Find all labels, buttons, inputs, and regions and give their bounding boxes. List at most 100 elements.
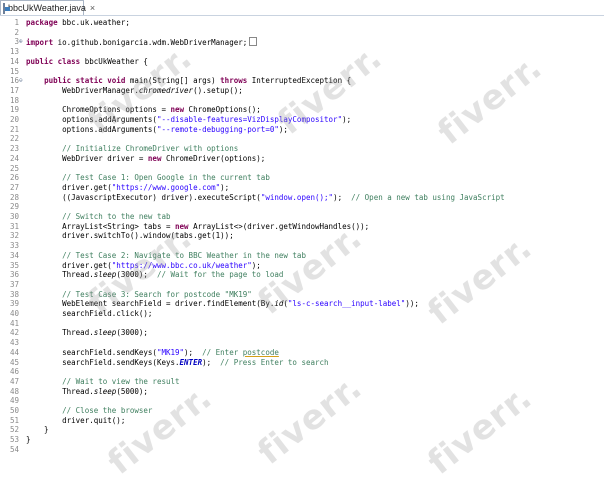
code-line[interactable]: 2 [0, 28, 604, 37]
code-text: // Switch to the new tab [26, 212, 171, 221]
code-line[interactable]: 1 package bbc.uk.weather; [0, 18, 604, 27]
code-token: Thread. [26, 328, 94, 338]
code-line[interactable]: 30 // Switch to the new tab [0, 212, 604, 221]
code-line[interactable]: 25 [0, 164, 604, 173]
code-line[interactable]: 3 ⊕ import io.github.bonigarcia.wdm.WebDri… [0, 37, 604, 48]
code-text: ((JavascriptExecutor) driver).executeScr… [26, 193, 505, 202]
code-line[interactable]: 33 [0, 241, 604, 250]
code-token: static [75, 76, 103, 86]
code-line[interactable]: 22 [0, 134, 604, 143]
code-line[interactable]: 14 public class bbcUkWeather { [0, 57, 604, 66]
code-line[interactable]: 26 // Test Case 1: Open Google in the cu… [0, 173, 604, 182]
close-icon[interactable]: × [90, 3, 95, 13]
code-token: ENTER [179, 357, 203, 367]
code-line[interactable]: 36 Thread.sleep(3000); // Wait for the p… [0, 270, 604, 279]
code-token: "https://www.google.com" [111, 182, 221, 192]
code-token: sleep [93, 386, 117, 396]
code-text: ChromeOptions options = new ChromeOption… [26, 105, 261, 114]
code-token: // Wait for the page to load [156, 270, 284, 280]
line-number: 14 [9, 56, 19, 66]
code-token: options.addArguments( [26, 115, 157, 124]
code-line[interactable]: 42 Thread.sleep(3000); [0, 328, 604, 337]
code-text: import io.github.bonigarcia.wdm.WebDrive… [26, 37, 258, 48]
code-text: Thread.sleep(5000); [26, 387, 148, 396]
code-token: Thread. [26, 386, 94, 396]
code-text: // Initialize ChromeDriver with options [26, 144, 238, 153]
code-line[interactable]: 28 ((JavascriptExecutor) driver).execute… [0, 193, 604, 202]
code-line[interactable]: 52 } [0, 425, 604, 434]
line-number: 27 [9, 182, 19, 192]
code-line[interactable]: 53} [0, 435, 604, 444]
code-line[interactable]: 47 // Wait to view the result [0, 377, 604, 386]
code-line[interactable]: 48 Thread.sleep(5000); [0, 387, 604, 396]
code-line[interactable]: 37 [0, 280, 604, 289]
line-number: 51 [9, 415, 19, 425]
code-token: // Test Case 2: Navigate to BBC Weather … [26, 250, 306, 260]
code-line[interactable]: 43 [0, 338, 604, 347]
line-number: 52 [9, 425, 19, 435]
code-token: ((JavascriptExecutor) driver).executeScr… [26, 192, 261, 202]
code-line[interactable]: 40 searchField.click(); [0, 309, 604, 318]
line-number: 40 [9, 309, 19, 318]
code-token: "window.open();" [260, 192, 334, 202]
code-line[interactable]: 31 ArrayList<String> tabs = new ArrayLis… [0, 222, 604, 231]
code-line[interactable]: 35 driver.get("https://www.bbc.co.uk/wea… [0, 261, 604, 270]
code-line[interactable]: 38 // Test Case 3: Search for postcode "… [0, 290, 604, 299]
code-line[interactable]: 20 options.addArguments("--disable-featu… [0, 115, 604, 124]
code-text: Thread.sleep(3000); // Wait for the page… [26, 270, 283, 279]
code-token: driver.quit(); [26, 415, 126, 425]
code-token: driver.get( [26, 260, 112, 270]
code-token: ); [251, 260, 261, 270]
code-token: io.github.bonigarcia.wdm.WebDriverManage… [53, 38, 248, 48]
code-token: chromedriver [138, 85, 194, 95]
fold-toggle-icon[interactable]: ⊕ [19, 38, 23, 45]
fold-toggle-icon[interactable]: ⊖ [19, 77, 23, 84]
code-text: // Close the browser [26, 406, 152, 415]
code-line[interactable]: 51 driver.quit(); [0, 416, 604, 425]
code-line[interactable]: 45 searchField.sendKeys(Keys.ENTER); // … [0, 358, 604, 367]
code-line[interactable]: 39 WebElement searchField = driver.findE… [0, 299, 604, 308]
code-token: searchField.sendKeys(Keys. [26, 357, 180, 367]
code-line[interactable]: 15 [0, 67, 604, 76]
code-token: WebElement searchField = driver.findElem… [26, 299, 275, 309]
code-line[interactable]: 49 [0, 396, 604, 405]
code-token: Thread. [26, 270, 94, 280]
line-number: 37 [9, 279, 19, 289]
code-token: "--disable-features=VizDisplayCompositor… [156, 115, 343, 124]
code-line[interactable]: 18 [0, 96, 604, 105]
line-number: 20 [9, 115, 19, 124]
folded-block-icon[interactable] [249, 37, 258, 47]
code-line[interactable]: 54 [0, 445, 604, 454]
code-token: ArrayList<>(driver.getWindowHandles()); [188, 221, 370, 231]
line-number: 15 [9, 66, 19, 76]
code-token: // Switch to the new tab [26, 212, 171, 221]
code-text: options.addArguments("--remote-debugging… [26, 125, 288, 134]
line-number: 35 [9, 260, 19, 270]
code-line[interactable]: 17 WebDriverManager.chromedriver().setup… [0, 86, 604, 95]
code-line[interactable]: 41 [0, 319, 604, 328]
code-line[interactable]: 44 searchField.sendKeys("MK19"); // Ente… [0, 348, 604, 357]
code-line[interactable]: 29 [0, 202, 604, 211]
code-line[interactable]: 23 // Initialize ChromeDriver with optio… [0, 144, 604, 153]
code-line[interactable]: 32 driver.switchTo().window(tabs.get(1))… [0, 231, 604, 240]
code-line[interactable]: 19 ChromeOptions options = new ChromeOpt… [0, 105, 604, 114]
line-number: 24 [9, 153, 19, 163]
code-line[interactable]: 50 // Close the browser [0, 406, 604, 415]
code-token: package [26, 18, 58, 27]
code-token: throws [220, 76, 248, 86]
code-editor[interactable]: 1 package bbc.uk.weather; 2 3 ⊕ import io.git… [0, 16, 604, 459]
code-line[interactable]: 13 [0, 47, 604, 56]
code-token: main(String[] args) [125, 76, 221, 86]
code-token: InterruptedException { [247, 76, 352, 86]
code-line[interactable]: 24 WebDriver driver = new ChromeDriver(o… [0, 154, 604, 163]
line-number: 26 [9, 173, 19, 183]
code-line[interactable]: 16 ⊖ public static void main(String[] arg… [0, 76, 604, 85]
code-line[interactable]: 34 // Test Case 2: Navigate to BBC Weath… [0, 251, 604, 260]
code-line[interactable]: 27 driver.get("https://www.google.com"); [0, 183, 604, 192]
code-token: public [26, 56, 54, 66]
code-line[interactable]: 46 [0, 367, 604, 376]
code-token: sleep [93, 270, 117, 280]
code-line[interactable]: 21 options.addArguments("--remote-debugg… [0, 125, 604, 134]
tab-bbcukweather-java[interactable]: bbcUkWeather.java × [0, 0, 95, 15]
